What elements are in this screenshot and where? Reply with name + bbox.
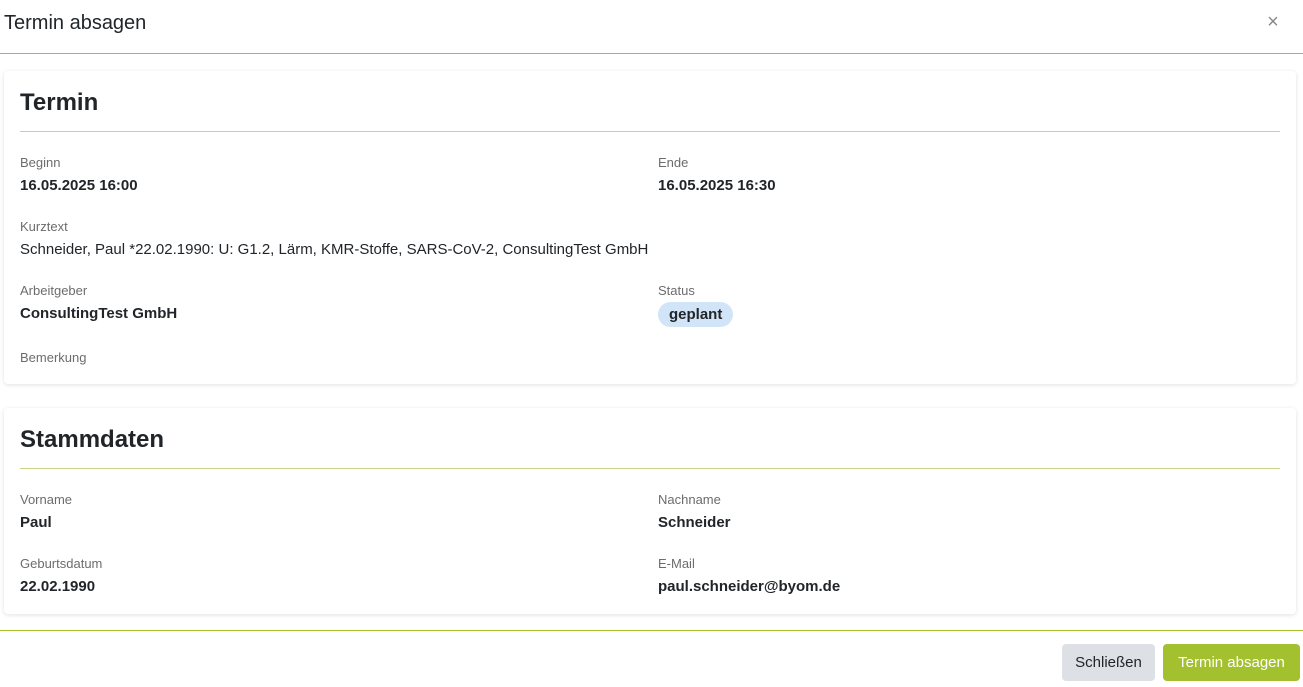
stammdaten-heading: Stammdaten <box>20 426 165 453</box>
modal-title: Termin absagen <box>4 12 147 34</box>
close-button[interactable]: Schließen <box>1062 644 1155 681</box>
beginn-value: 16.05.2025 16:00 <box>20 177 138 194</box>
email-label: E-Mail <box>658 556 695 571</box>
arbeitgeber-field: Arbeitgeber ConsultingTest GmbH <box>20 283 177 323</box>
stammdaten-card: Stammdaten Vorname Paul Nachname Schneid… <box>4 408 1296 614</box>
geburtsdatum-value: 22.02.1990 <box>20 578 96 595</box>
bemerkung-field: Bemerkung <box>20 350 86 366</box>
status-field: Status geplant <box>658 283 734 327</box>
nachname-field: Nachname Schneider <box>658 492 731 532</box>
status-label: Status <box>658 283 695 298</box>
nachname-value: Schneider <box>658 514 731 531</box>
ende-field: Ende 16.05.2025 16:30 <box>658 155 776 195</box>
kurztext-label: Kurztext <box>20 219 68 234</box>
status-badge: geplant <box>658 302 734 327</box>
geburtsdatum-label: Geburtsdatum <box>20 556 103 571</box>
beginn-label: Beginn <box>20 155 61 170</box>
modal-header: Termin absagen × <box>0 0 1303 54</box>
email-field: E-Mail paul.schneider@byom.de <box>658 556 840 596</box>
arbeitgeber-label: Arbeitgeber <box>20 283 88 298</box>
arbeitgeber-value: ConsultingTest GmbH <box>20 305 178 322</box>
stammdaten-divider <box>20 468 1280 469</box>
kurztext-value: Schneider, Paul *22.02.1990: U: G1.2, Lä… <box>20 241 649 258</box>
vorname-field: Vorname Paul <box>20 492 72 532</box>
vorname-label: Vorname <box>20 492 73 507</box>
ende-label: Ende <box>658 155 689 170</box>
nachname-label: Nachname <box>658 492 721 507</box>
termin-divider <box>20 131 1280 132</box>
termin-card: Termin Beginn 16.05.2025 16:00 Ende 16.0… <box>4 71 1296 384</box>
vorname-value: Paul <box>20 514 52 531</box>
email-value: paul.schneider@byom.de <box>658 578 841 595</box>
kurztext-field: Kurztext Schneider, Paul *22.02.1990: U:… <box>20 219 648 259</box>
beginn-field: Beginn 16.05.2025 16:00 <box>20 155 138 195</box>
cancel-appointment-button[interactable]: Termin absagen <box>1163 644 1300 681</box>
close-icon[interactable]: × <box>1261 10 1285 34</box>
ende-value: 16.05.2025 16:30 <box>658 177 776 194</box>
geburtsdatum-field: Geburtsdatum 22.02.1990 <box>20 556 102 596</box>
termin-heading: Termin <box>20 89 99 116</box>
modal-footer: Schließen Termin absagen <box>0 630 1303 687</box>
bemerkung-label: Bemerkung <box>20 350 87 365</box>
